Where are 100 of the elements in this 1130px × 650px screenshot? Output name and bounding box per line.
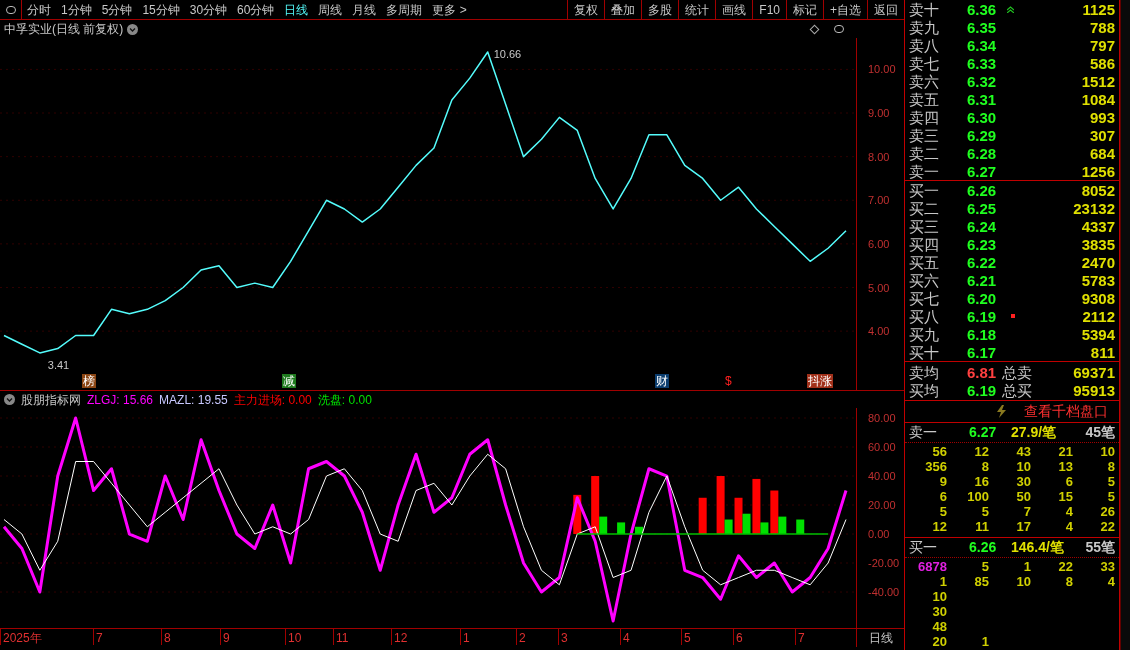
volume-value: 1125 <box>1081 1 1115 17</box>
axis-label: -20.00 <box>868 557 900 570</box>
toolbar-button[interactable]: F10 <box>752 0 786 20</box>
event-marker[interactable]: 抖涨 <box>807 374 833 388</box>
toolbar-button[interactable]: 叠加 <box>604 0 642 20</box>
indicator-bar <box>617 522 626 534</box>
level-label: 卖七 <box>909 55 940 71</box>
price-value: 6.30 <box>967 109 998 125</box>
toolbar-button[interactable]: +自选 <box>823 0 867 20</box>
queue-cell-text: 17 <box>1015 520 1031 535</box>
order-count: 55笔 <box>1085 538 1115 557</box>
volume-value: 684 <box>1088 145 1115 161</box>
axis-label: -40.00 <box>868 586 900 599</box>
price-value: 6.34 <box>967 37 998 53</box>
queue-cell-text: 13 <box>1057 460 1073 475</box>
queue-cell-text: 5 <box>938 505 947 520</box>
period-tab[interactable]: 60分钟 <box>232 0 280 19</box>
indicator-bar <box>573 494 582 535</box>
level-label: 卖六 <box>909 73 940 89</box>
period-tab[interactable]: 15分钟 <box>137 0 185 19</box>
queue-cell-text: 5 <box>980 560 989 575</box>
high-price-label: 10.66 <box>493 47 522 60</box>
axis-label: 6.00 <box>868 237 890 250</box>
period-tab[interactable]: 1分钟 <box>56 0 97 19</box>
axis-label: 8.00 <box>868 150 890 163</box>
time-label: 8 <box>161 629 171 645</box>
time-label: 7 <box>93 629 103 645</box>
price-value: 6.23 <box>967 236 998 252</box>
period-tab[interactable]: 月线 <box>347 0 382 19</box>
toolbar-button[interactable]: 返回 <box>867 0 904 20</box>
level-label: 卖八 <box>909 37 940 53</box>
toolbar-button[interactable]: 多股 <box>641 0 679 20</box>
time-label: 10 <box>285 629 302 645</box>
event-marker[interactable]: 榜 <box>82 374 96 388</box>
queue-cell-text: 5 <box>980 505 989 520</box>
axis-label: 20.00 <box>868 499 896 511</box>
queue-cell-text: 50 <box>1015 490 1031 505</box>
queue-cell-text: 7 <box>1022 505 1031 520</box>
toolbar-button[interactable]: 标记 <box>786 0 823 20</box>
volume-value: 8052 <box>1080 182 1115 198</box>
average-price: 6.81 <box>967 364 998 380</box>
queue-cell-text: 30 <box>931 605 947 620</box>
level-label: 卖四 <box>909 109 940 125</box>
event-marker[interactable]: 财 <box>655 374 669 388</box>
period-tab[interactable]: 多周期 <box>381 0 428 19</box>
queue-cell-text: 6 <box>1064 475 1073 490</box>
axis-label: 10.00 <box>868 63 896 76</box>
volume-value: 5394 <box>1080 326 1115 342</box>
queue-cell-text: 26 <box>1099 505 1115 520</box>
axis-label: 9.00 <box>868 107 890 120</box>
price-value: 6.21 <box>967 272 998 288</box>
volume-value: 993 <box>1088 109 1115 125</box>
queue-cell-text: 4 <box>1064 520 1073 535</box>
time-label: 5 <box>681 629 691 645</box>
level-label: 买八 <box>909 308 940 324</box>
level-label: 买七 <box>909 290 940 306</box>
queue-cell-text: 56 <box>931 445 947 460</box>
total-label: 总买 <box>1002 382 1033 398</box>
period-tab[interactable]: 分时 <box>22 0 56 19</box>
per-order-value: 146.4/笔 <box>1011 538 1065 557</box>
price-value: 6.35 <box>967 19 998 35</box>
price-value: 6.17 <box>967 344 998 360</box>
toolbar-button[interactable]: 复权 <box>567 0 605 20</box>
period-tab[interactable]: 30分钟 <box>184 0 233 19</box>
average-price: 6.19 <box>967 382 998 398</box>
depth-link[interactable]: 查看千档盘口 <box>1024 401 1108 422</box>
level-label: 买四 <box>909 236 940 252</box>
period-tab[interactable]: 5分钟 <box>96 0 138 19</box>
queue-cell-text: 48 <box>931 620 947 635</box>
axis-label: 80.00 <box>868 412 896 424</box>
toolbar-button[interactable]: 画线 <box>715 0 753 20</box>
axis-label: 0.00 <box>868 528 890 541</box>
queue-cell-text: 85 <box>973 575 989 590</box>
queue-cell-text: 21 <box>1057 445 1073 460</box>
queue-cell-text: 9 <box>938 475 947 490</box>
queue-cell-text: 100 <box>966 490 989 505</box>
period-tab[interactable]: 周线 <box>313 0 348 19</box>
queue-cell-text: 16 <box>973 475 989 490</box>
volume-value: 788 <box>1088 19 1115 35</box>
queue-label: 卖一 <box>909 423 938 442</box>
queue-cell-text: 8 <box>1106 460 1115 475</box>
event-marker[interactable]: 减 <box>282 374 296 388</box>
volume-value: 2112 <box>1081 308 1115 324</box>
period-tab[interactable]: 更多 > <box>427 0 472 19</box>
queue-cell-text: 15 <box>1057 490 1073 505</box>
queue-cell-text: 8 <box>1064 575 1073 590</box>
dropdown-icon[interactable] <box>127 23 139 35</box>
level-label: 卖五 <box>909 91 940 107</box>
axis-label: 40.00 <box>868 470 896 482</box>
price-value: 6.26 <box>967 182 998 198</box>
indicator-bar <box>698 497 707 535</box>
volume-value: 2470 <box>1080 254 1115 270</box>
level-label: 卖三 <box>909 127 940 143</box>
queue-cell-text: 5 <box>1106 490 1115 505</box>
toolbar-button[interactable]: 统计 <box>678 0 716 20</box>
event-marker[interactable]: $ <box>724 374 733 388</box>
dropdown-icon[interactable] <box>4 394 15 405</box>
volume-value: 811 <box>1089 344 1115 360</box>
period-tab[interactable]: 日线 <box>279 0 314 19</box>
chart-title: 中孚实业(日线 前复权) <box>4 21 124 38</box>
